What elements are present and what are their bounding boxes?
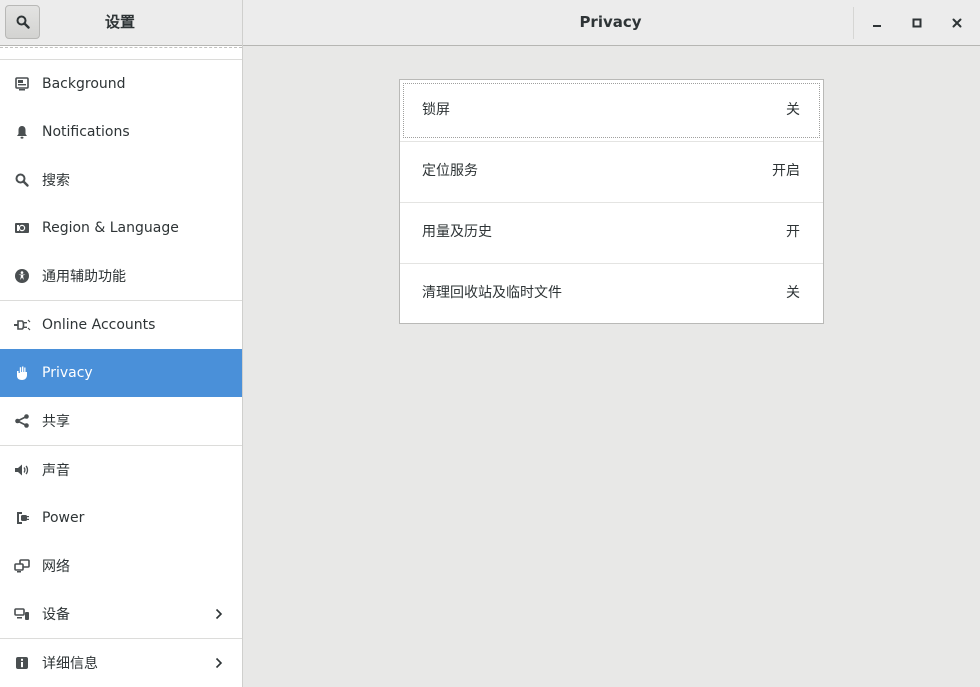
row-label: 用量及历史 (422, 224, 492, 240)
region-flag-icon (12, 204, 32, 252)
row-label: 定位服务 (422, 163, 478, 179)
sidebar-item-label: 通用辅助功能 (42, 269, 126, 285)
hand-icon (12, 349, 32, 397)
sidebar-item-background[interactable]: Background (0, 60, 242, 108)
devices-icon (12, 590, 32, 638)
sidebar-item-label: Power (42, 510, 85, 526)
sidebar-item-accessibility[interactable]: 通用辅助功能 (0, 252, 242, 300)
speaker-icon (12, 446, 32, 494)
minimize-icon (873, 25, 881, 27)
maximize-icon (912, 18, 922, 28)
accessibility-icon (12, 252, 32, 300)
search-button[interactable] (5, 5, 40, 39)
minimize-button[interactable] (865, 11, 889, 35)
info-icon (12, 639, 32, 687)
sidebar-item-search[interactable]: 搜索 (0, 156, 242, 204)
sidebar-item-label: 详细信息 (42, 656, 98, 672)
focus-ring (403, 83, 820, 138)
sidebar-item-sharing[interactable]: 共享 (0, 397, 242, 445)
close-icon (952, 18, 962, 28)
privacy-settings-list: 锁屏 关 定位服务 开启 用量及历史 开 清理回收站及临时文件 关 (399, 79, 824, 324)
close-button[interactable] (945, 11, 969, 35)
sidebar-item-label: Background (42, 76, 126, 92)
window-controls-separator (853, 7, 854, 39)
row-value: 开 (786, 224, 800, 240)
privacy-row-screen-lock[interactable]: 锁屏 关 (400, 80, 823, 141)
sidebar-item-label: 共享 (42, 414, 70, 430)
privacy-row-usage-history[interactable]: 用量及历史 开 (400, 202, 823, 263)
chevron-right-icon (212, 590, 226, 638)
sidebar-item-label: Notifications (42, 124, 130, 140)
maximize-button[interactable] (905, 11, 929, 35)
row-value: 开启 (772, 163, 800, 179)
privacy-row-purge-trash[interactable]: 清理回收站及临时文件 关 (400, 263, 823, 324)
row-value: 关 (786, 285, 800, 301)
search-icon (12, 156, 32, 204)
sidebar-item-notifications[interactable]: Notifications (0, 108, 242, 156)
power-plug-icon (12, 494, 32, 542)
sidebar-item-label: Privacy (42, 365, 93, 381)
sidebar-item-label: Region & Language (42, 220, 179, 236)
sidebar-title: 设置 (104, 13, 135, 31)
sidebar-item-privacy[interactable]: Privacy (0, 349, 242, 397)
online-accounts-icon (12, 301, 32, 349)
sidebar: Background Notifications 搜索 Region & Lan… (0, 46, 243, 687)
sidebar-item-label: 网络 (42, 559, 70, 575)
network-icon (12, 542, 32, 590)
share-icon (12, 397, 32, 445)
sidebar-item-online-accounts[interactable]: Online Accounts (0, 301, 242, 349)
row-value: 关 (786, 102, 800, 118)
sidebar-item-region-language[interactable]: Region & Language (0, 204, 242, 252)
sidebar-header: 设置 (0, 0, 243, 46)
sidebar-item-label: 搜索 (42, 173, 70, 189)
sidebar-item-label: 设备 (42, 607, 70, 623)
scroll-edge-indicator (0, 47, 242, 48)
chevron-right-icon (212, 639, 226, 687)
header-bar: 设置 Privacy (0, 0, 980, 46)
row-label: 锁屏 (422, 102, 450, 118)
privacy-row-location-services[interactable]: 定位服务 开启 (400, 141, 823, 202)
sidebar-item-power[interactable]: Power (0, 494, 242, 542)
sidebar-item-details[interactable]: 详细信息 (0, 639, 242, 687)
sidebar-item-label: 声音 (42, 463, 70, 479)
sidebar-item-label: Online Accounts (42, 317, 156, 333)
sidebar-item-devices[interactable]: 设备 (0, 590, 242, 638)
bell-icon (12, 108, 32, 156)
search-icon (16, 15, 30, 29)
sidebar-item-sound[interactable]: 声音 (0, 446, 242, 494)
row-label: 清理回收站及临时文件 (422, 285, 562, 301)
sidebar-item-network[interactable]: 网络 (0, 542, 242, 590)
background-icon (12, 60, 32, 108)
